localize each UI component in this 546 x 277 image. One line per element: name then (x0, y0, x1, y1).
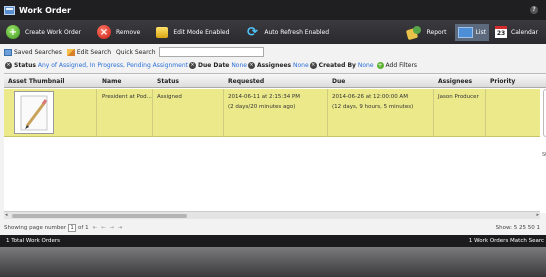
status-filter-label: Status (14, 61, 36, 69)
column-divider (327, 89, 328, 137)
add-filter-icon: + (376, 61, 384, 69)
cell-assignees: Jason Producer (438, 94, 479, 100)
pencil-icon (66, 48, 75, 56)
search-row: Saved Searches Edit Search Quick Search (4, 46, 264, 58)
created-by-filter-value[interactable]: None (358, 62, 374, 69)
remove-due-date-filter-icon[interactable]: × (189, 61, 196, 69)
help-icon[interactable]: ? (530, 6, 538, 14)
status-bar: 1 Total Work Orders 1 Work Orders Match … (0, 235, 546, 247)
column-header-status[interactable]: Status (157, 78, 179, 85)
remove-assignees-filter-icon[interactable]: × (247, 61, 255, 69)
match-count: 1 Work Orders Match Searc (468, 238, 544, 244)
assignees-filter-label: Assignees (256, 61, 292, 69)
quick-search-input[interactable] (158, 47, 264, 57)
create-work-order-button[interactable]: + Create Work Order (6, 25, 81, 39)
list-icon (457, 26, 473, 38)
scroll-right-icon[interactable]: ▸ (536, 212, 539, 218)
quick-search-label: Quick Search (116, 48, 156, 56)
scroll-left-icon[interactable]: ◂ (5, 212, 8, 218)
edit-mode-label: Edit Mode Enabled (173, 28, 230, 36)
edit-search-link[interactable]: Edit Search (77, 49, 111, 56)
edit-mode-toggle[interactable]: Edit Mode Enabled (156, 26, 230, 38)
showing-page-label: Showing page number (4, 224, 67, 231)
calendar-icon: 23 (495, 26, 508, 38)
cell-due: 2014-06-26 at 12:00:00 AM (332, 94, 408, 100)
saved-searches-icon (4, 48, 12, 56)
status-filter-value[interactable]: Any of Assigned, In Progress, Pending As… (38, 62, 188, 69)
saved-searches-link[interactable]: Saved Searches (14, 49, 62, 56)
calendar-view-button[interactable]: 23 Calendar (495, 26, 538, 38)
filter-row: × Status Any of Assigned, In Progress, P… (4, 59, 417, 71)
pencil-document-icon (20, 95, 48, 131)
column-divider (223, 89, 224, 137)
asset-thumbnail (14, 91, 54, 134)
created-by-filter-label: Created By (318, 61, 356, 69)
column-header-requested[interactable]: Requested (228, 78, 264, 85)
total-work-orders: 1 Total Work Orders (6, 238, 61, 244)
work-order-table: Asset Thumbnail Name Status Requested Du… (4, 73, 546, 213)
window-title: Work Order (19, 5, 71, 15)
edit-mode-icon (156, 26, 169, 38)
page-count-label: of 1 (78, 224, 89, 231)
assignees-filter-value[interactable]: None (293, 62, 309, 69)
auto-refresh-label: Auto Refresh Enabled (264, 28, 330, 36)
column-divider (433, 89, 434, 137)
cell-requested-ago: (2 days/20 minutes ago) (228, 104, 296, 110)
page-nav-arrows[interactable]: ⇤ ← → ⇥ (93, 225, 124, 231)
scrollbar-thumb[interactable] (12, 214, 187, 218)
report-icon (405, 25, 423, 40)
remove-label: Remove (116, 28, 141, 36)
plus-icon: + (6, 25, 20, 39)
detail-pane-fragment: St (542, 152, 546, 158)
column-divider (485, 89, 486, 137)
report-label: Report (426, 28, 447, 36)
window-titlebar: Work Order ? (0, 0, 546, 20)
list-view-button[interactable]: List (454, 23, 490, 41)
remove-created-by-filter-icon[interactable]: × (309, 61, 317, 69)
report-button[interactable]: Report (405, 25, 447, 40)
create-work-order-label: Create Work Order (25, 28, 81, 36)
column-header-priority[interactable]: Priority (490, 78, 515, 85)
table-row[interactable]: President at Pod... Assigned 2014-06-11 … (4, 89, 540, 137)
column-divider (152, 89, 153, 137)
page-number-input[interactable]: 1 (68, 223, 77, 232)
page-size-options[interactable]: Show: 5 25 50 1 (496, 225, 540, 231)
cell-requested: 2014-06-11 at 2:15:34 PM (228, 94, 300, 100)
auto-refresh-toggle[interactable]: ⟳ Auto Refresh Enabled (245, 24, 330, 40)
cell-status: Assigned (157, 94, 182, 100)
remove-status-filter-icon[interactable]: × (5, 61, 12, 69)
list-label: List (475, 28, 487, 36)
pagination-bar: Showing page number 1 of 1 ⇤ ← → ⇥ Show:… (4, 222, 546, 233)
desktop-background (0, 247, 546, 277)
add-filters-button[interactable]: Add Filters (386, 62, 418, 69)
cell-name[interactable]: President at Pod... (102, 94, 152, 100)
table-header: Asset Thumbnail Name Status Requested Du… (4, 74, 546, 88)
cell-due-in: (12 days, 9 hours, 5 minutes) (332, 104, 414, 110)
column-header-thumbnail[interactable]: Asset Thumbnail (8, 78, 64, 85)
toolbar: + Create Work Order × Remove Edit Mode E… (0, 20, 546, 44)
calendar-label: Calendar (511, 28, 538, 36)
refresh-icon: ⟳ (246, 24, 258, 40)
due-date-filter-value[interactable]: None (231, 62, 247, 69)
horizontal-scrollbar[interactable]: ◂ ▸ (4, 211, 540, 219)
remove-button[interactable]: × Remove (97, 25, 140, 39)
remove-icon: × (97, 25, 111, 39)
work-order-icon (4, 5, 15, 15)
column-header-assignees[interactable]: Assignees (438, 78, 472, 85)
due-date-filter-label: Due Date (198, 61, 230, 69)
column-header-name[interactable]: Name (102, 78, 121, 85)
column-divider (96, 89, 97, 137)
column-header-due[interactable]: Due (332, 78, 345, 85)
